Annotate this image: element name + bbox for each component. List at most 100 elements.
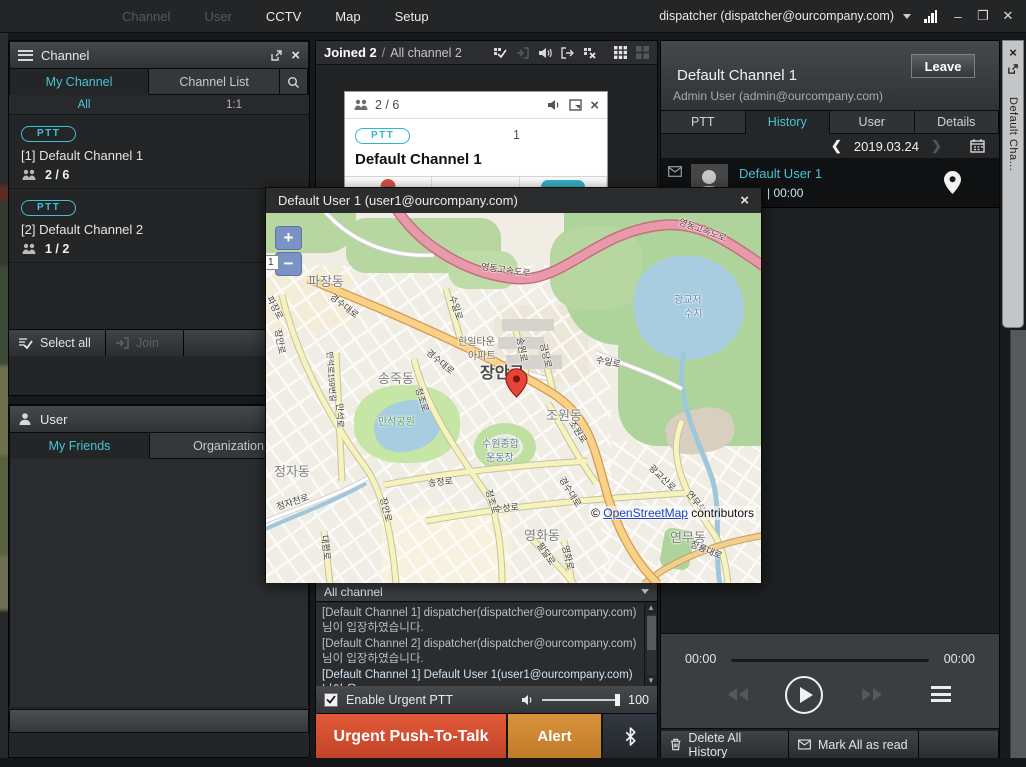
scroll-thumb[interactable] (647, 616, 656, 650)
player-menu-icon[interactable] (931, 686, 951, 702)
bluetooth-button[interactable] (603, 714, 657, 759)
fast-forward-button[interactable] (861, 687, 883, 702)
card-mid-cell[interactable] (432, 177, 519, 187)
player-current-time: 00:00 (685, 652, 716, 666)
ptt-badge[interactable]: PTT (21, 200, 76, 216)
card-talk-cell[interactable] (520, 177, 607, 187)
map-label: 수원종합 (482, 435, 519, 450)
alert-button[interactable]: Alert (508, 714, 603, 759)
channel-name: [1] Default Channel 1 (21, 148, 297, 163)
ptt-badge[interactable]: PTT (21, 126, 76, 142)
urgent-push-to-talk-button[interactable]: Urgent Push-To-Talk (316, 714, 508, 759)
tab-details[interactable]: Details (915, 111, 1000, 134)
channel-item[interactable]: PTT [1] Default Channel 1 2 / 6 (9, 115, 309, 189)
join-label: Join (136, 336, 159, 350)
user-panel-title: User (40, 412, 279, 427)
tab-channel-list[interactable]: Channel List (149, 69, 280, 95)
window-close-button[interactable]: ✕ (1000, 8, 1016, 24)
tab-my-friends[interactable]: My Friends (10, 433, 150, 459)
user-location-window[interactable]: Default User 1 (user1@ourcompany.com) × (265, 187, 762, 583)
grid-view-icon[interactable] (614, 46, 627, 59)
speaker-icon[interactable] (547, 99, 561, 111)
card-ptt-badge[interactable]: PTT (355, 128, 410, 144)
subtab-one-to-one[interactable]: 1:1 (159, 95, 309, 114)
menu-channel[interactable]: Channel (122, 9, 170, 24)
user-location-marker[interactable] (505, 368, 528, 398)
mark-all-read-button[interactable]: Mark All as read (789, 731, 919, 758)
map-label: 수지 (684, 305, 702, 320)
dock-close-icon[interactable]: × (1003, 45, 1023, 60)
map-label: 송죽동 (378, 368, 414, 387)
calendar-icon[interactable] (970, 139, 985, 153)
channel-menu-icon[interactable] (18, 50, 33, 61)
tab-user[interactable]: User (830, 111, 915, 134)
player-total-time: 00:00 (944, 652, 975, 666)
channel-filter-dropdown[interactable]: All channel (316, 581, 657, 602)
speaker-icon[interactable] (538, 47, 552, 59)
card-channel-name: Default Channel 1 (355, 151, 597, 168)
volume-slider-thumb[interactable] (615, 694, 620, 706)
card-record-cell[interactable] (345, 177, 432, 187)
history-date[interactable]: 2019.03.24 (854, 139, 919, 154)
map-window-close-icon[interactable]: × (740, 193, 749, 208)
date-next-button[interactable]: ❯ (931, 138, 942, 154)
channel-name: [2] Default Channel 2 (21, 222, 297, 237)
join-button[interactable]: Join (106, 330, 184, 356)
map-zoom-out-button[interactable]: − (275, 252, 302, 276)
expand-icon[interactable] (569, 99, 582, 111)
log-scrollbar[interactable]: ▲ ▼ (644, 603, 657, 686)
select-all-icon (18, 337, 33, 349)
menu-setup[interactable]: Setup (395, 9, 429, 24)
location-pin-icon[interactable] (944, 171, 961, 194)
window-maximize-button[interactable]: ❐ (975, 8, 991, 24)
channel-card[interactable]: 2 / 6 × PTT 1 Default Channel 1 (344, 91, 608, 188)
join-channel-icon[interactable] (516, 47, 529, 59)
play-button[interactable] (785, 676, 823, 714)
leave-button[interactable]: Leave (911, 54, 975, 78)
tab-my-channel[interactable]: My Channel (10, 69, 149, 95)
docked-channel-tab[interactable]: × Default Cha... (1002, 40, 1024, 328)
log-message: [Default Channel 1] Default User 1(user1… (322, 668, 640, 686)
enable-urgent-checkbox[interactable] (324, 693, 338, 707)
card-member-count: 2 / 6 (375, 98, 399, 112)
volume-slider[interactable] (542, 699, 620, 701)
member-count: 2 / 6 (45, 168, 69, 182)
popout-icon[interactable] (270, 49, 283, 62)
history-meta: | 00:00 (767, 186, 803, 200)
select-all-button[interactable]: Select all (9, 330, 106, 356)
subtab-all[interactable]: All (9, 95, 159, 114)
map-zoom-in-button[interactable]: + (275, 226, 302, 250)
channel-panel-close-icon[interactable]: × (291, 48, 300, 63)
window-minimize-button[interactable]: – (950, 9, 966, 24)
card-close-icon[interactable]: × (590, 98, 599, 113)
multi-select-icon[interactable] (493, 47, 507, 59)
account-caret-icon[interactable] (903, 14, 911, 19)
openstreetmap-link[interactable]: OpenStreetMap (603, 506, 688, 520)
menu-user[interactable]: User (204, 9, 231, 24)
dock-popout-icon[interactable] (1007, 63, 1019, 75)
joined-separator: / (382, 46, 385, 60)
delete-all-history-button[interactable]: Delete All History (661, 731, 789, 758)
empty-action-cell (919, 731, 999, 758)
leave-channel-icon[interactable] (561, 47, 574, 59)
date-prev-button[interactable]: ❮ (831, 138, 842, 154)
map-canvas[interactable]: 파장동 송죽동 정자동 영화동 연무동 조원동 장안구 한일타운 아파트 만석공… (266, 213, 761, 583)
tab-history[interactable]: History (746, 111, 831, 134)
deselect-icon[interactable] (583, 47, 597, 59)
tab-ptt[interactable]: PTT (661, 111, 746, 134)
menu-map[interactable]: Map (335, 9, 360, 24)
channel-search-button[interactable] (280, 69, 308, 95)
scroll-up-icon[interactable]: ▲ (647, 603, 655, 613)
grid-view-alt-icon[interactable] (636, 46, 649, 59)
account-label[interactable]: dispatcher (dispatcher@ourcompany.com) (659, 9, 894, 23)
channel-item[interactable]: PTT [2] Default Channel 2 1 / 2 (9, 189, 309, 263)
route-shield: 1 (266, 255, 279, 270)
audio-player: 00:00 00:00 (661, 633, 999, 729)
scroll-down-icon[interactable]: ▼ (647, 676, 655, 686)
card-channel-number: 1 (513, 128, 520, 142)
menu-cctv[interactable]: CCTV (266, 9, 301, 24)
dock-tab-label: Default Cha... (1007, 97, 1019, 171)
rewind-button[interactable] (727, 687, 749, 702)
trash-icon (670, 738, 681, 751)
player-progress-bar[interactable] (731, 659, 929, 662)
